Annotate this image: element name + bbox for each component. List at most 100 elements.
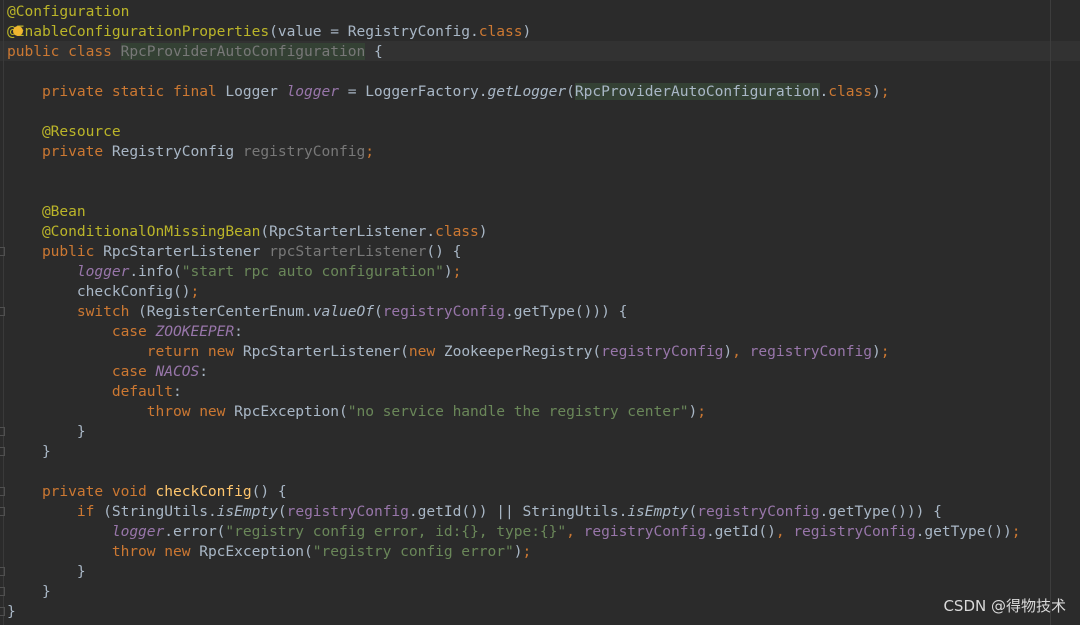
code-line[interactable]: @EnableConfigurationProperties(value = R… — [7, 22, 1020, 42]
code-editor[interactable]: @Configuration @EnableConfigurationProper… — [0, 0, 1080, 625]
code-token: RegistryConfig — [111, 143, 243, 160]
code-token: } — [7, 583, 51, 600]
code-token: ) — [871, 83, 881, 100]
code-token: public — [7, 243, 104, 260]
code-token: logger — [111, 523, 165, 540]
code-token: registryConfig — [601, 343, 724, 360]
code-token: } — [7, 563, 86, 580]
code-token: { — [365, 43, 383, 60]
code-token: ZOOKEEPER — [155, 323, 235, 340]
code-line[interactable] — [7, 462, 1020, 482]
fold-marker-icon[interactable] — [0, 567, 5, 576]
code-token: , — [732, 343, 750, 360]
code-token: new — [408, 343, 444, 360]
intention-bulb-icon[interactable] — [13, 26, 23, 36]
code-line[interactable]: private RegistryConfig registryConfig; — [7, 142, 1020, 162]
code-line[interactable]: logger.info("start rpc auto configuratio… — [7, 262, 1020, 282]
code-line[interactable] — [7, 182, 1020, 202]
code-line[interactable]: default: — [7, 382, 1020, 402]
code-line[interactable]: @ConditionalOnMissingBean(RpcStarterList… — [7, 222, 1020, 242]
code-token: () { — [426, 243, 462, 260]
fold-marker-icon[interactable] — [0, 447, 5, 456]
code-token: switch — [7, 303, 139, 320]
code-line[interactable]: @Resource — [7, 122, 1020, 142]
code-line[interactable] — [7, 102, 1020, 122]
code-token: class — [478, 23, 523, 40]
code-line[interactable]: public RpcStarterListener rpcStarterList… — [0, 242, 1020, 262]
code-token: RpcException( — [199, 543, 313, 560]
code-token: .getType())) { — [505, 303, 628, 320]
code-token: } — [7, 423, 86, 440]
code-line[interactable]: } — [0, 582, 1020, 602]
code-token: @Configuration — [7, 3, 130, 20]
code-line[interactable]: case NACOS: — [7, 362, 1020, 382]
code-line[interactable]: @Bean — [7, 202, 1020, 222]
code-token: RpcStarterListener — [103, 243, 270, 260]
fold-marker-icon[interactable] — [0, 507, 5, 516]
code-token: logger — [286, 83, 339, 100]
code-token: "registry config error" — [312, 543, 514, 560]
code-token: ( — [688, 503, 698, 520]
code-token: class — [828, 83, 872, 100]
code-token: ; — [190, 283, 200, 300]
code-token: ; — [452, 263, 462, 280]
code-line[interactable]: checkConfig(); — [7, 282, 1020, 302]
code-token: private — [7, 143, 112, 160]
code-line[interactable]: logger.error("registry config error, id:… — [7, 522, 1021, 542]
fold-marker-icon[interactable] — [0, 607, 5, 616]
code-line[interactable]: switch (RegisterCenterEnum.valueOf(regis… — [0, 302, 1020, 322]
code-line[interactable] — [7, 62, 1020, 82]
code-token: (StringUtils. — [103, 503, 217, 520]
code-token: case — [7, 363, 156, 380]
fold-marker-icon[interactable] — [0, 427, 5, 436]
code-token: } — [7, 443, 51, 460]
code-token: @ConditionalOnMissingBean — [7, 223, 261, 240]
code-token: (value = RegistryConfig. — [269, 23, 479, 40]
code-token: ; — [522, 543, 532, 560]
code-token: , — [775, 523, 794, 540]
code-token: ) — [522, 23, 532, 40]
code-token: registryConfig — [242, 143, 366, 160]
code-line[interactable]: throw new RpcException("no service handl… — [7, 402, 1020, 422]
code-token: ; — [880, 343, 890, 360]
code-token: ) — [478, 223, 488, 240]
code-area[interactable]: @Configuration @EnableConfigurationProper… — [0, 2, 1021, 622]
code-token: checkConfig — [155, 483, 252, 500]
code-line[interactable]: throw new RpcException("registry config … — [7, 542, 1020, 562]
code-line[interactable] — [7, 162, 1020, 182]
code-line[interactable]: if (StringUtils.isEmpty(registryConfig.g… — [0, 502, 1020, 522]
code-line[interactable]: @Configuration — [7, 2, 1020, 22]
code-token: valueOf — [312, 303, 374, 320]
code-token: private static final — [7, 83, 226, 100]
code-token: registryConfig — [583, 523, 706, 540]
code-token: NACOS — [155, 363, 200, 380]
code-line[interactable]: } — [0, 562, 1020, 582]
code-token: ) — [723, 343, 733, 360]
code-token: .getType()) — [915, 523, 1012, 540]
code-token: registryConfig — [697, 503, 820, 520]
code-token: logger — [76, 263, 130, 280]
code-token: class — [435, 223, 479, 240]
code-token: ; — [697, 403, 706, 420]
fold-marker-icon[interactable] — [0, 487, 5, 496]
code-token: registryConfig — [793, 523, 916, 540]
code-line[interactable]: return new RpcStarterListener(new Zookee… — [7, 342, 1020, 362]
code-line[interactable]: case ZOOKEEPER: — [7, 322, 1020, 342]
code-line[interactable]: public class RpcProviderAutoConfiguratio… — [7, 42, 1020, 62]
code-line[interactable]: } — [0, 442, 1020, 462]
code-token: (RegisterCenterEnum. — [138, 303, 313, 320]
code-line[interactable]: private void checkConfig() { — [0, 482, 1020, 502]
code-line[interactable]: private static final Logger logger = Log… — [7, 82, 1020, 102]
code-line[interactable]: } — [0, 422, 1020, 442]
fold-marker-icon[interactable] — [0, 587, 5, 596]
right-margin-guide — [1050, 0, 1051, 625]
code-line[interactable]: } — [0, 602, 1020, 622]
fold-marker-icon[interactable] — [0, 307, 5, 316]
code-token: isEmpty — [216, 503, 278, 520]
code-token: RpcProviderAutoConfiguration — [120, 43, 366, 60]
fold-marker-icon[interactable] — [0, 247, 5, 256]
code-token: Logger — [225, 83, 287, 100]
code-token: public class — [7, 43, 121, 60]
